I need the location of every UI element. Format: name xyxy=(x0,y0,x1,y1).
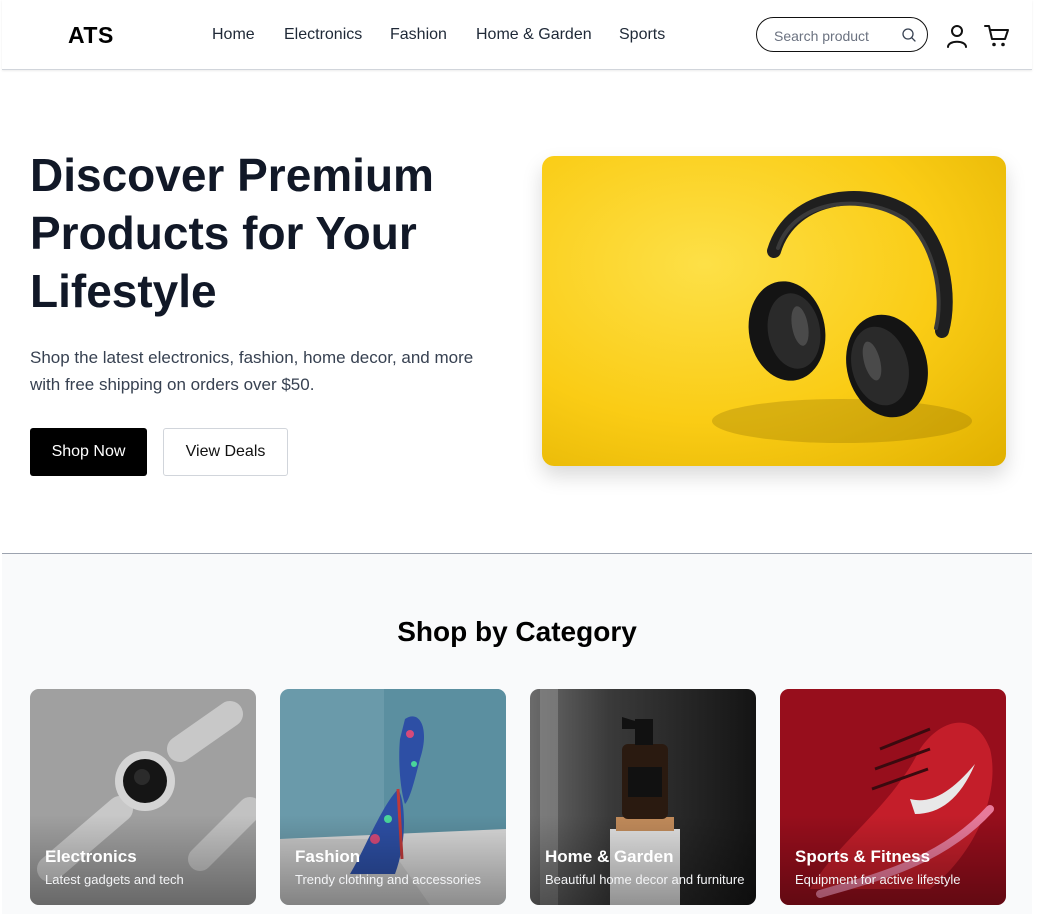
nav-home-garden[interactable]: Home & Garden xyxy=(476,26,592,44)
nav-home[interactable]: Home xyxy=(212,26,255,44)
category-description: Latest gadgets and tech xyxy=(45,872,184,887)
logo[interactable]: ATS xyxy=(68,22,114,49)
category-name: Home & Garden xyxy=(545,847,674,866)
category-section-title: Shop by Category xyxy=(397,616,637,647)
category-description: Equipment for active lifestyle xyxy=(795,872,961,887)
category-description: Trendy clothing and accessories xyxy=(295,872,481,887)
nav-fashion[interactable]: Fashion xyxy=(390,26,447,44)
category-card-sports-fitness[interactable]: Sports & Fitness Equipment for active li… xyxy=(780,689,1006,905)
search-icon[interactable] xyxy=(901,27,917,43)
user-icon[interactable] xyxy=(946,24,968,48)
category-name: Fashion xyxy=(295,847,361,866)
shop-now-button[interactable]: Shop Now xyxy=(30,428,147,476)
category-name: Electronics xyxy=(45,847,137,866)
cart-icon[interactable] xyxy=(984,24,1010,48)
category-card-fashion[interactable]: Fashion Trendy clothing and accessories xyxy=(280,689,506,905)
site-header: ATS Home Electronics Fashion Home & Gard… xyxy=(2,0,1032,70)
category-description: Beautiful home decor and furniture xyxy=(545,872,745,887)
category-card-electronics[interactable]: Electronics Latest gadgets and tech xyxy=(30,689,256,905)
hero-subtitle: Shop the latest electronics, fashion, ho… xyxy=(30,348,474,394)
category-section: Shop by Category Electronics Latest gadg… xyxy=(2,553,1032,914)
hero-title: Discover Premium Products for Your Lifes… xyxy=(30,149,434,317)
hero-image xyxy=(542,156,1006,466)
nav-sports[interactable]: Sports xyxy=(619,26,665,44)
nav-electronics[interactable]: Electronics xyxy=(284,26,362,44)
category-card-home-garden[interactable]: Home & Garden Beautiful home decor and f… xyxy=(530,689,756,905)
search-input[interactable] xyxy=(772,26,896,46)
search-box xyxy=(756,17,928,52)
category-name: Sports & Fitness xyxy=(795,847,931,866)
headphones-illustration xyxy=(712,191,972,443)
view-deals-button[interactable]: View Deals xyxy=(163,428,288,476)
